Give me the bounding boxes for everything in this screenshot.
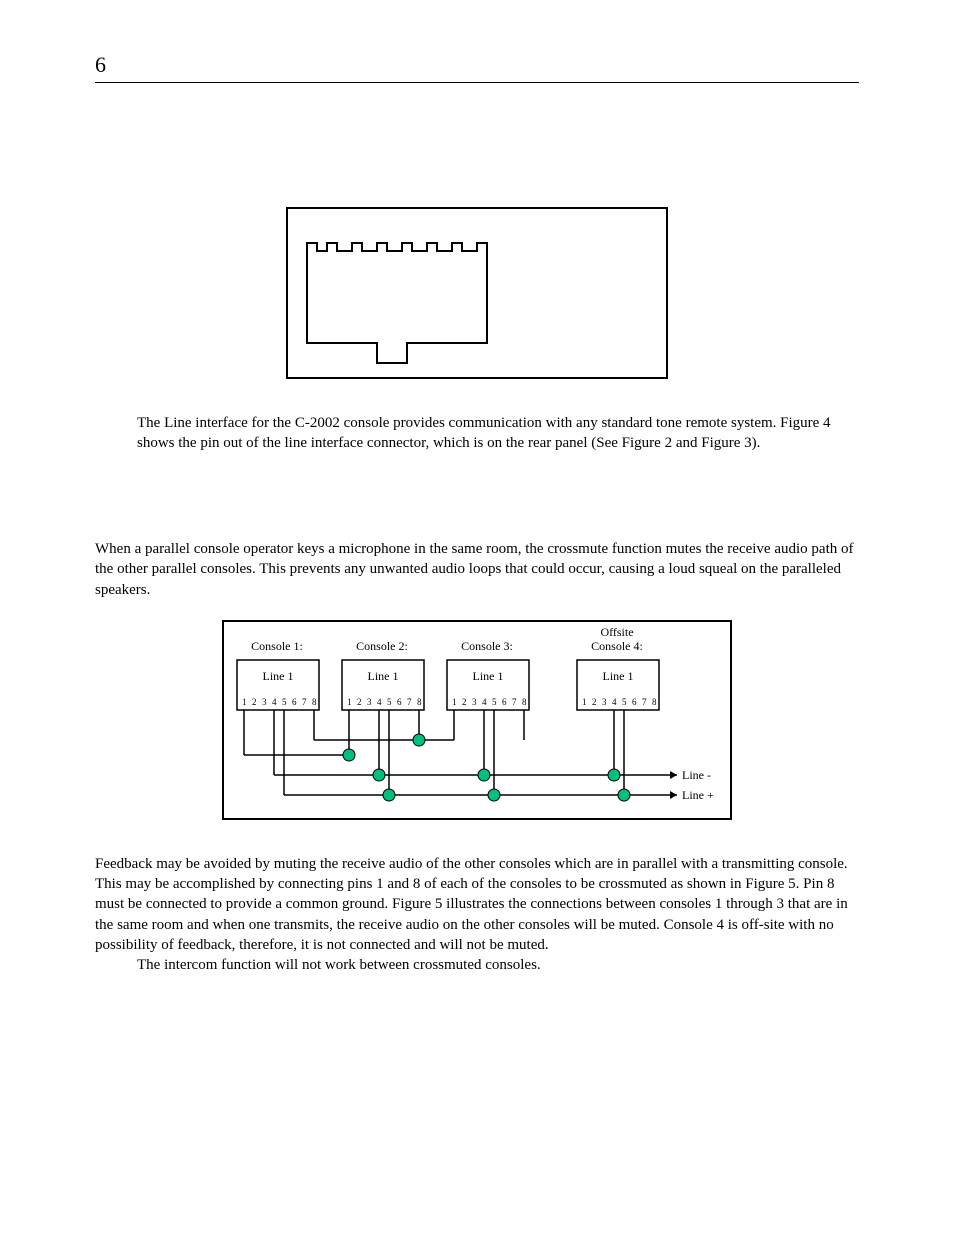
console2-box: Line 1 1 2 3 4 5 6 7 8: [342, 660, 424, 710]
svg-text:5: 5: [282, 697, 287, 707]
paragraph-intercom-note: The intercom function will not work betw…: [95, 955, 859, 975]
svg-text:6: 6: [632, 697, 637, 707]
svg-text:2: 2: [592, 697, 597, 707]
svg-text:6: 6: [292, 697, 297, 707]
svg-text:Line 1: Line 1: [368, 669, 399, 683]
svg-text:6: 6: [502, 697, 507, 707]
svg-text:4: 4: [272, 697, 277, 707]
svg-text:8: 8: [312, 697, 317, 707]
console1-label: Console 1:: [251, 639, 303, 653]
svg-text:8: 8: [652, 697, 657, 707]
svg-text:1: 1: [452, 697, 457, 707]
svg-text:5: 5: [387, 697, 392, 707]
line-minus-label: Line -: [682, 768, 711, 782]
svg-text:3: 3: [602, 697, 607, 707]
svg-text:3: 3: [472, 697, 477, 707]
svg-text:7: 7: [302, 697, 307, 707]
svg-text:5: 5: [622, 697, 627, 707]
figure-connector: [277, 203, 677, 383]
console3-label: Console 3:: [461, 639, 513, 653]
console1-box: Line 1 1 2 3 4 5 6 7 8: [237, 660, 319, 710]
svg-text:2: 2: [462, 697, 467, 707]
svg-text:4: 4: [612, 697, 617, 707]
offsite-label: Offsite: [600, 625, 633, 639]
svg-text:8: 8: [417, 697, 422, 707]
console4-box: Line 1 1 2 3 4 5 6 7 8: [577, 660, 659, 710]
console3-box: Line 1 1 2 3 4 5 6 7 8: [447, 660, 529, 710]
svg-text:4: 4: [377, 697, 382, 707]
svg-text:Line 1: Line 1: [263, 669, 294, 683]
svg-text:6: 6: [397, 697, 402, 707]
svg-text:1: 1: [242, 697, 247, 707]
paragraph-feedback: Feedback may be avoided by muting the re…: [95, 854, 859, 955]
paragraph-crossmute-intro: When a parallel console operator keys a …: [95, 539, 859, 600]
svg-text:4: 4: [482, 697, 487, 707]
svg-text:3: 3: [367, 697, 372, 707]
svg-text:1: 1: [582, 697, 587, 707]
console4-label: Console 4:: [591, 639, 643, 653]
svg-text:Line 1: Line 1: [603, 669, 634, 683]
svg-text:7: 7: [407, 697, 412, 707]
console2-label: Console 2:: [356, 639, 408, 653]
svg-text:8: 8: [522, 697, 527, 707]
svg-text:7: 7: [512, 697, 517, 707]
svg-text:5: 5: [492, 697, 497, 707]
figure-crossmute: Offsite Console 1: Console 2: Console 3:…: [222, 620, 732, 820]
svg-text:Line 1: Line 1: [473, 669, 504, 683]
svg-text:7: 7: [642, 697, 647, 707]
page-number: 6: [95, 50, 859, 82]
svg-text:1: 1: [347, 697, 352, 707]
line-plus-label: Line +: [682, 788, 714, 802]
paragraph-line-interface: The Line interface for the C-2002 consol…: [137, 413, 859, 454]
header-rule: [95, 82, 859, 83]
svg-text:3: 3: [262, 697, 267, 707]
svg-text:2: 2: [252, 697, 257, 707]
svg-text:2: 2: [357, 697, 362, 707]
